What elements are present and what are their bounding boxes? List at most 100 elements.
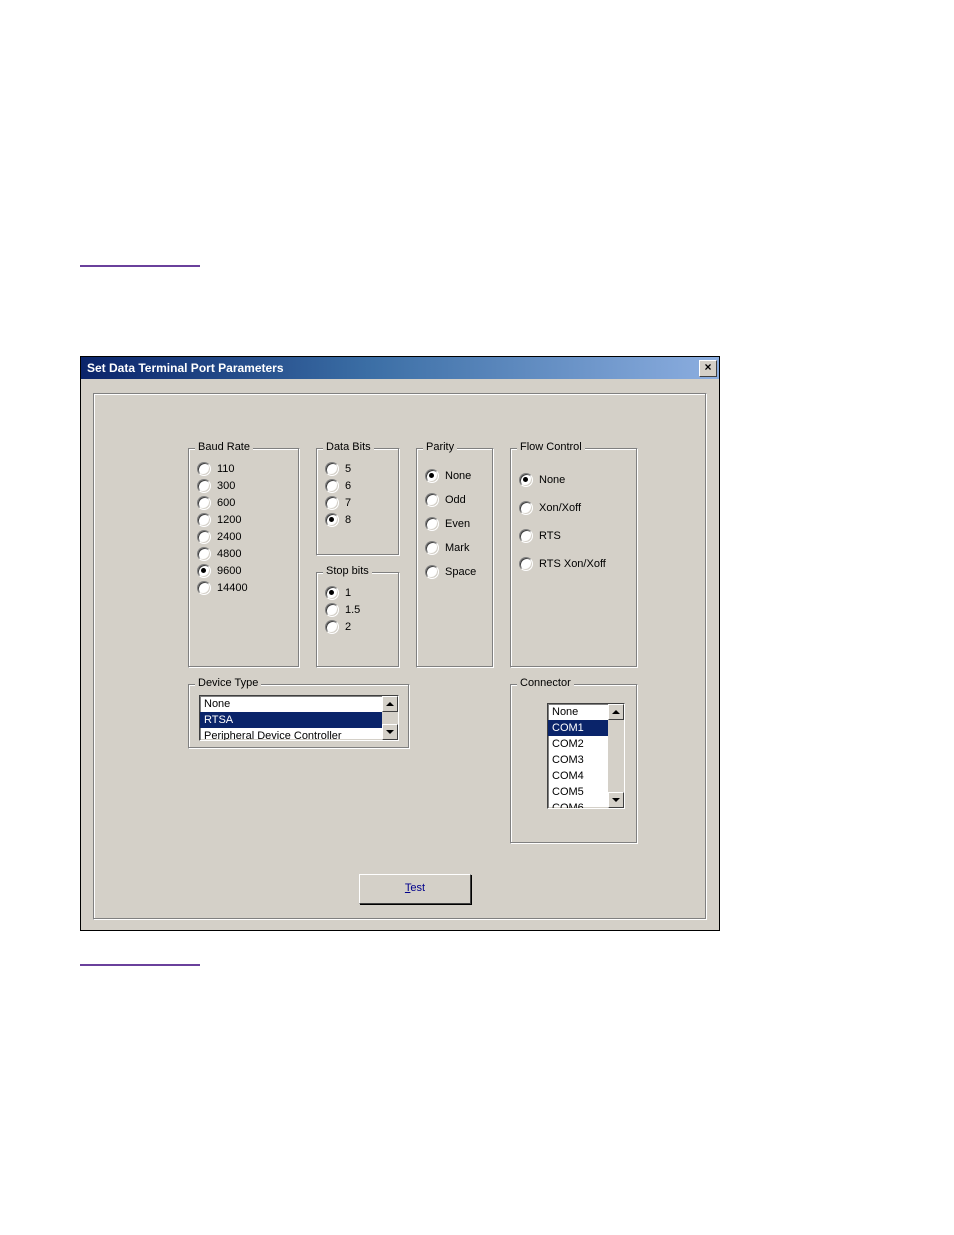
radio-parity-none[interactable]: None [425,469,485,483]
radio-stopbits-1-5[interactable]: 1.5 [325,603,391,617]
radio-flow-xon-xoff[interactable]: Xon/Xoff [519,501,629,515]
radio-label: 1.5 [345,604,360,616]
radio-icon [425,541,439,555]
radio-label: RTS Xon/Xoff [539,558,606,570]
radio-label: 1 [345,587,351,599]
radio-baud-2400[interactable]: 2400 [197,530,291,544]
radio-databits-7[interactable]: 7 [325,496,391,510]
radio-flow-rts-xon-xoff[interactable]: RTS Xon/Xoff [519,557,629,571]
device-type-listbox[interactable]: NoneRTSAPeripheral Device Controller [199,695,399,741]
radio-label: 110 [217,463,235,475]
list-item[interactable]: COM1 [548,720,608,736]
radio-baud-300[interactable]: 300 [197,479,291,493]
list-item[interactable]: Peripheral Device Controller [200,728,382,741]
chevron-down-icon [612,798,620,802]
group-parity: Parity NoneOddEvenMarkSpace [416,448,494,668]
test-button[interactable]: Test [359,874,471,904]
scroll-down-button[interactable] [382,724,398,740]
radio-icon [425,565,439,579]
group-data-bits: Data Bits 5678 [316,448,400,556]
radio-baud-14400[interactable]: 14400 [197,581,291,595]
scrollbar[interactable] [608,704,624,808]
list-item[interactable]: COM6 [548,800,608,809]
list-item[interactable]: None [548,704,608,720]
radio-icon [197,479,211,493]
radio-icon [325,479,339,493]
group-stop-bits: Stop bits 11.52 [316,572,400,668]
radio-baud-9600[interactable]: 9600 [197,564,291,578]
radio-icon [325,496,339,510]
radio-label: 6 [345,480,351,492]
radio-baud-4800[interactable]: 4800 [197,547,291,561]
page: Set Data Terminal Port Parameters × Baud… [0,0,954,1235]
titlebar: Set Data Terminal Port Parameters × [81,357,719,379]
radio-baud-110[interactable]: 110 [197,462,291,476]
radio-flow-none[interactable]: None [519,473,629,487]
group-legend: Flow Control [517,441,585,453]
radio-icon [425,517,439,531]
dialog-set-data-terminal-port-parameters: Set Data Terminal Port Parameters × Baud… [80,356,720,931]
radio-icon [425,469,439,483]
button-label-rest: est [410,882,425,894]
radio-label: 1200 [217,514,241,526]
group-baud-rate: Baud Rate 110300600120024004800960014400 [188,448,300,668]
radio-parity-space[interactable]: Space [425,565,485,579]
radio-databits-6[interactable]: 6 [325,479,391,493]
radio-databits-8[interactable]: 8 [325,513,391,527]
radio-flow-rts[interactable]: RTS [519,529,629,543]
radio-label: Even [445,518,470,530]
radio-label: 2400 [217,531,241,543]
group-legend: Baud Rate [195,441,253,453]
radio-stopbits-1[interactable]: 1 [325,586,391,600]
radio-label: 7 [345,497,351,509]
radio-label: Xon/Xoff [539,502,581,514]
close-icon: × [704,360,711,374]
radio-icon [519,501,533,515]
radio-label: None [445,470,471,482]
radio-label: 300 [217,480,235,492]
connector-listbox[interactable]: NoneCOM1COM2COM3COM4COM5COM6 [547,703,625,809]
radio-baud-600[interactable]: 600 [197,496,291,510]
radio-icon [197,496,211,510]
group-legend: Device Type [195,677,261,689]
radio-baud-1200[interactable]: 1200 [197,513,291,527]
group-legend: Parity [423,441,457,453]
radio-icon [425,493,439,507]
radio-icon [197,462,211,476]
list-item[interactable]: COM2 [548,736,608,752]
radio-parity-mark[interactable]: Mark [425,541,485,555]
radio-label: 9600 [217,565,241,577]
radio-label: Odd [445,494,466,506]
group-legend: Connector [517,677,574,689]
radio-stopbits-2[interactable]: 2 [325,620,391,634]
radio-icon [325,513,339,527]
divider-top [80,265,200,267]
group-legend: Data Bits [323,441,374,453]
radio-label: 5 [345,463,351,475]
close-button[interactable]: × [699,360,717,377]
radio-label: Space [445,566,476,578]
list-item[interactable]: None [200,696,382,712]
list-item[interactable]: RTSA [200,712,382,728]
radio-parity-odd[interactable]: Odd [425,493,485,507]
radio-icon [325,586,339,600]
list-item[interactable]: COM4 [548,768,608,784]
radio-icon [519,557,533,571]
scroll-down-button[interactable] [608,792,624,808]
radio-label: RTS [539,530,561,542]
radio-databits-5[interactable]: 5 [325,462,391,476]
scroll-up-button[interactable] [608,704,624,720]
radio-icon [325,620,339,634]
radio-parity-even[interactable]: Even [425,517,485,531]
radio-label: 14400 [217,582,248,594]
list-item[interactable]: COM3 [548,752,608,768]
list-item[interactable]: COM5 [548,784,608,800]
scrollbar[interactable] [382,696,398,740]
radio-icon [519,529,533,543]
outer-frame: Baud Rate 110 300 600 1200 2400 4800 9600 14400… [93,393,707,920]
radio-icon [519,473,533,487]
radio-label: 4800 [217,548,241,560]
window-title: Set Data Terminal Port Parameters [87,361,284,375]
scroll-up-button[interactable] [382,696,398,712]
divider-bottom [80,964,200,966]
